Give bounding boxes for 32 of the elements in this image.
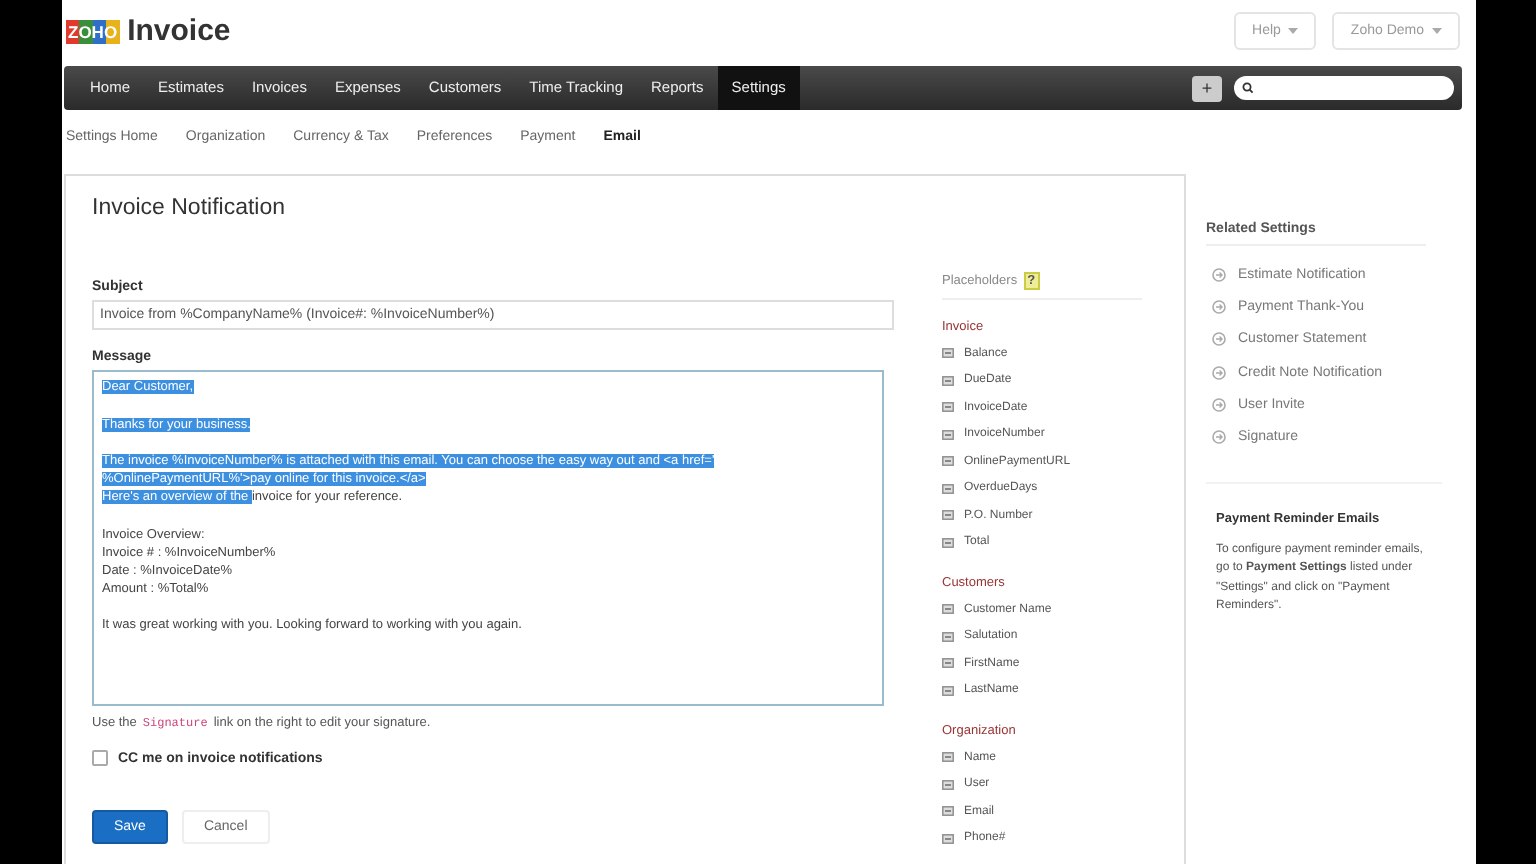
insert-icon[interactable] (942, 375, 954, 386)
insert-icon[interactable] (942, 658, 954, 669)
circle-arrow-icon (1212, 267, 1226, 282)
circle-arrow-icon (1212, 397, 1226, 412)
insert-icon[interactable] (942, 429, 954, 440)
insert-icon[interactable] (942, 510, 954, 521)
search-field[interactable] (1234, 76, 1454, 100)
caret-icon (1288, 27, 1299, 34)
app-title: Invoice (127, 14, 231, 48)
insert-icon[interactable] (942, 456, 954, 467)
insert-icon[interactable] (942, 779, 954, 790)
message-field[interactable] (92, 370, 884, 706)
add-button[interactable]: + (1192, 75, 1222, 101)
circle-arrow-icon (1212, 299, 1226, 314)
insert-icon[interactable] (942, 685, 954, 696)
circle-arrow-icon (1212, 430, 1226, 445)
insert-icon[interactable] (942, 631, 954, 642)
circle-arrow-icon (1212, 332, 1226, 347)
caret-icon (1432, 27, 1442, 34)
insert-icon[interactable] (942, 483, 954, 494)
insert-icon[interactable] (942, 604, 954, 615)
brand-logo: ZOHO (66, 19, 120, 43)
insert-icon[interactable] (942, 752, 954, 763)
insert-icon[interactable] (942, 806, 954, 817)
search-icon (1242, 82, 1258, 94)
insert-icon[interactable] (942, 348, 954, 359)
insert-icon[interactable] (942, 537, 954, 548)
page-title: Invoice Notification (92, 196, 288, 220)
circle-arrow-icon (1212, 365, 1226, 380)
insert-icon[interactable] (942, 833, 954, 844)
checkbox[interactable] (92, 750, 108, 766)
insert-icon[interactable] (942, 402, 954, 413)
